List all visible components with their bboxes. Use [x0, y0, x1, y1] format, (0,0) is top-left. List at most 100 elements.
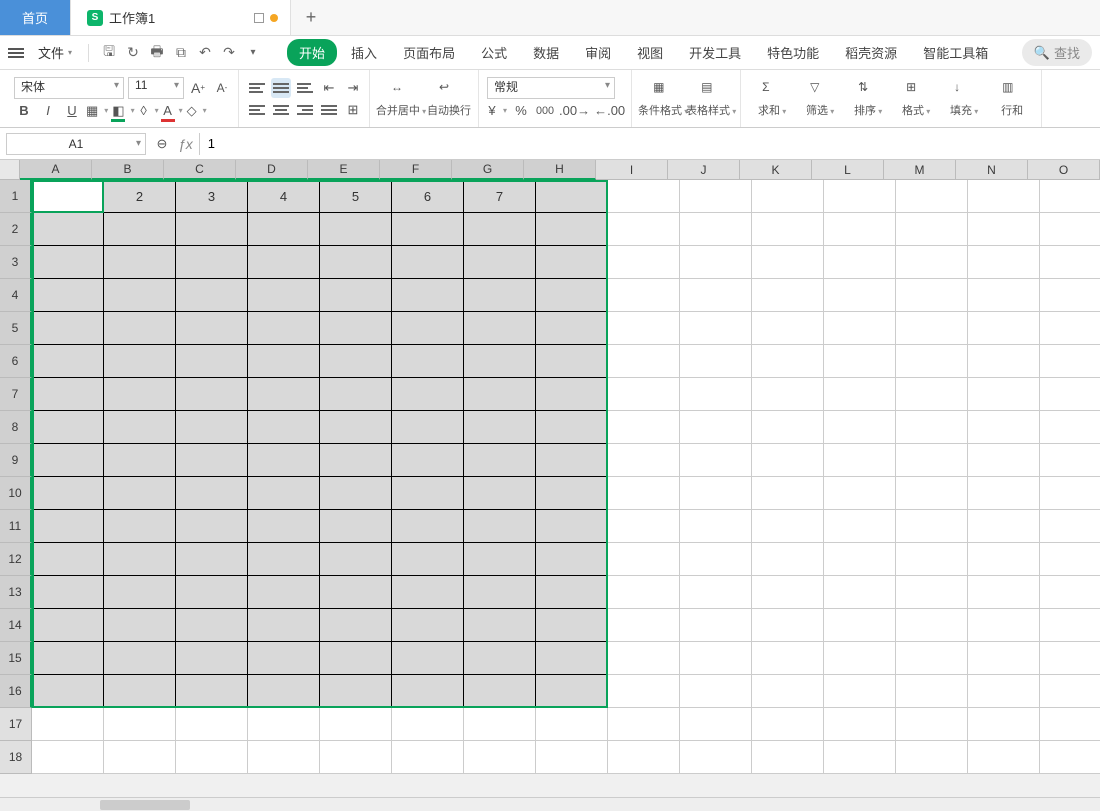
cell[interactable] — [536, 279, 608, 312]
cell[interactable] — [320, 675, 392, 708]
decimal-increase-icon[interactable]: .00→ — [559, 101, 590, 121]
font-name-select[interactable]: 宋体 — [14, 77, 124, 99]
cell[interactable] — [680, 246, 752, 279]
row-head-14[interactable]: 14 — [0, 609, 32, 642]
cell[interactable] — [608, 675, 680, 708]
align-justify-icon[interactable] — [319, 100, 339, 120]
cell[interactable] — [824, 477, 896, 510]
tab-restore-icon[interactable] — [254, 13, 264, 23]
tab-workbook[interactable]: S 工作簿1 — [71, 0, 291, 35]
cell[interactable] — [752, 246, 824, 279]
cell[interactable] — [32, 576, 104, 609]
cell[interactable] — [752, 213, 824, 246]
cell[interactable] — [680, 378, 752, 411]
cell[interactable]: 2 — [104, 180, 176, 213]
tab-add[interactable]: + — [291, 0, 331, 35]
cell[interactable] — [248, 477, 320, 510]
cell[interactable] — [32, 708, 104, 741]
cell[interactable] — [320, 510, 392, 543]
cell[interactable] — [464, 444, 536, 477]
cell[interactable] — [248, 708, 320, 741]
fill-button[interactable]: ↓ 填充 — [941, 72, 987, 125]
cell[interactable] — [32, 642, 104, 675]
cell[interactable] — [1040, 378, 1100, 411]
cell[interactable] — [1040, 576, 1100, 609]
hamburger-icon[interactable] — [8, 48, 24, 58]
cell[interactable] — [752, 642, 824, 675]
cell[interactable] — [536, 477, 608, 510]
cell[interactable] — [320, 345, 392, 378]
cell[interactable] — [248, 312, 320, 345]
cell[interactable] — [968, 345, 1040, 378]
select-all-corner[interactable] — [0, 160, 20, 180]
cell[interactable] — [320, 279, 392, 312]
cell[interactable] — [608, 180, 680, 213]
cell[interactable]: 3 — [176, 180, 248, 213]
cell[interactable] — [680, 444, 752, 477]
cell[interactable] — [824, 213, 896, 246]
cell[interactable] — [752, 312, 824, 345]
cell[interactable] — [752, 543, 824, 576]
cell[interactable] — [680, 642, 752, 675]
cell[interactable] — [608, 246, 680, 279]
align-top-icon[interactable] — [247, 78, 267, 98]
row-head-15[interactable]: 15 — [0, 642, 32, 675]
cell[interactable] — [104, 543, 176, 576]
cell[interactable] — [536, 708, 608, 741]
cell[interactable] — [608, 741, 680, 774]
cell[interactable] — [896, 609, 968, 642]
cell[interactable] — [680, 708, 752, 741]
cell[interactable] — [104, 411, 176, 444]
cell[interactable] — [968, 180, 1040, 213]
sum-button[interactable]: Σ 求和 — [749, 72, 795, 125]
ribbon-tab-data[interactable]: 数据 — [521, 39, 571, 66]
cell[interactable] — [608, 510, 680, 543]
cell[interactable] — [176, 675, 248, 708]
cell[interactable] — [248, 279, 320, 312]
cell[interactable] — [608, 444, 680, 477]
tab-unsaved-dot-icon[interactable] — [270, 14, 278, 22]
rowcol-button[interactable]: ▥ 行和 — [989, 72, 1035, 125]
cell[interactable] — [392, 510, 464, 543]
cell[interactable] — [1040, 180, 1100, 213]
cell[interactable] — [176, 741, 248, 774]
align-center-icon[interactable] — [271, 100, 291, 120]
cell[interactable] — [1040, 411, 1100, 444]
cell[interactable] — [176, 477, 248, 510]
cell[interactable] — [104, 609, 176, 642]
ribbon-tab-start[interactable]: 开始 — [287, 39, 337, 66]
cell[interactable] — [320, 708, 392, 741]
search-box[interactable]: 🔍 查找 — [1022, 39, 1092, 66]
name-box[interactable]: A1 — [6, 133, 146, 155]
cell[interactable] — [896, 345, 968, 378]
cell[interactable] — [752, 675, 824, 708]
cell[interactable] — [824, 642, 896, 675]
cell[interactable] — [32, 477, 104, 510]
cell[interactable] — [536, 345, 608, 378]
cell[interactable] — [392, 279, 464, 312]
cell[interactable] — [248, 378, 320, 411]
row-head-10[interactable]: 10 — [0, 477, 32, 510]
cell[interactable] — [680, 477, 752, 510]
scrollbar-thumb[interactable] — [100, 800, 190, 810]
cell[interactable] — [968, 444, 1040, 477]
cell[interactable] — [536, 378, 608, 411]
cell[interactable] — [32, 609, 104, 642]
percent-button[interactable]: % — [511, 101, 531, 121]
cell[interactable] — [680, 741, 752, 774]
align-right-icon[interactable] — [295, 100, 315, 120]
cell[interactable] — [248, 741, 320, 774]
cell[interactable] — [320, 378, 392, 411]
cell[interactable] — [464, 378, 536, 411]
cell[interactable] — [968, 411, 1040, 444]
row-head-3[interactable]: 3 — [0, 246, 32, 279]
cell[interactable]: 4 — [248, 180, 320, 213]
cell[interactable] — [680, 180, 752, 213]
cell[interactable] — [752, 345, 824, 378]
cell[interactable] — [464, 345, 536, 378]
cell[interactable] — [608, 378, 680, 411]
cell[interactable] — [176, 444, 248, 477]
cell[interactable] — [104, 213, 176, 246]
cell[interactable] — [464, 576, 536, 609]
cell[interactable]: 7 — [464, 180, 536, 213]
